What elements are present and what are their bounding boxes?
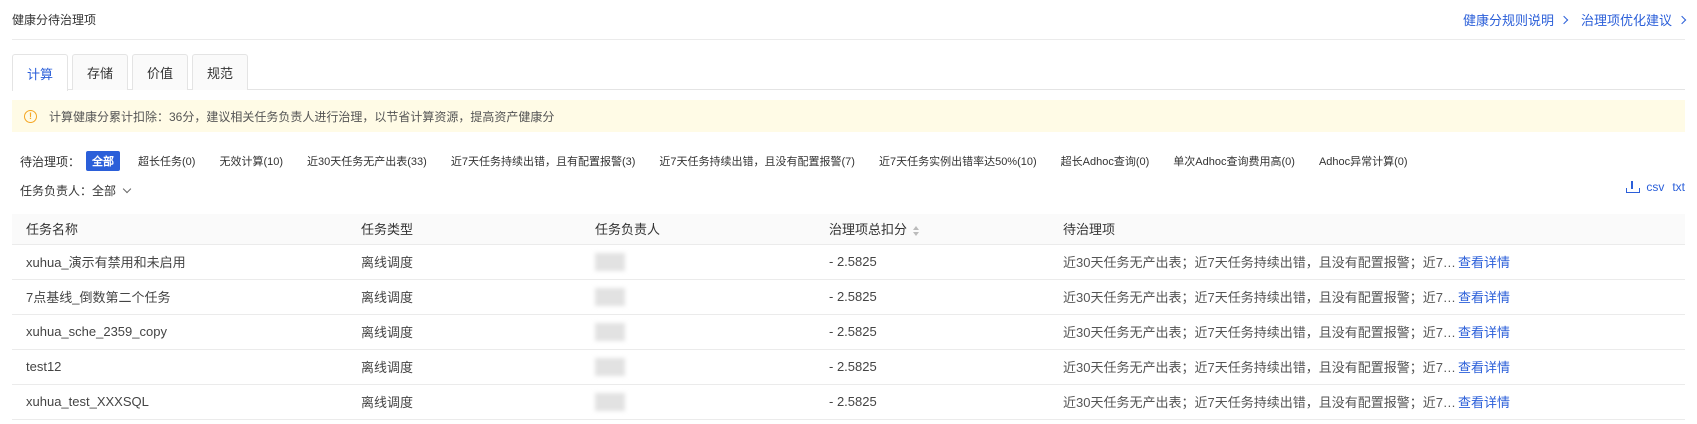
owner-cell (581, 314, 815, 350)
filter-chip[interactable]: 单次Adhoc查询费用高(0) (1167, 151, 1301, 171)
score-cell: - 2.5825 (815, 279, 1049, 315)
optimization-suggestion-label: 治理项优化建议 (1580, 13, 1672, 28)
filter-chip[interactable]: 近7天任务持续出错，且有配置报警(3) (445, 151, 642, 171)
filter-chip[interactable]: 近7天任务实例出错率达50%(10) (873, 151, 1043, 171)
tab-standard[interactable]: 规范 (192, 54, 249, 90)
filter-chip[interactable]: 近7天任务持续出错，且没有配置报警(7) (653, 151, 861, 171)
view-details-link[interactable]: 查看详情 (1458, 395, 1510, 410)
view-details-link[interactable]: 查看详情 (1458, 290, 1510, 305)
issues-text: 近30天任务无产出表；近7天任务持续出错，且没有配置报警；近7天任务实例出错率达… (1063, 360, 1458, 375)
issues-cell: 近30天任务无产出表；近7天任务持续出错，且没有配置报警；近7天任务实例出错率达… (1049, 279, 1685, 315)
issue-filter-row: 待治理项： 全部 超长任务(0) 无效计算(10) 近30天任务无产出表(33)… (20, 150, 1426, 172)
issues-cell: 近30天任务无产出表；近7天任务持续出错，且没有配置报警；近7天任务实例出错率达… (1049, 349, 1685, 385)
view-details-link[interactable]: 查看详情 (1458, 360, 1510, 375)
score-cell: - 2.5825 (815, 244, 1049, 280)
page-title: 健康分待治理项 (12, 13, 97, 27)
owner-filter-value: 全部 (92, 184, 117, 198)
redacted-owner (595, 357, 625, 376)
issues-text: 近30天任务无产出表；近7天任务持续出错，且没有配置报警；近7天任务实例出错率达… (1063, 290, 1458, 305)
redacted-owner (595, 322, 625, 341)
owner-cell (581, 384, 815, 420)
sort-icon[interactable] (913, 225, 920, 236)
optimization-suggestion-link[interactable]: 治理项优化建议 (1580, 10, 1687, 29)
owner-filter-label: 任务负责人： (20, 184, 93, 198)
export-actions: csv txt (1626, 180, 1685, 194)
task-type-cell: 离线调度 (347, 384, 581, 420)
health-score-rules-label: 健康分规则说明 (1462, 13, 1554, 28)
owner-cell (581, 349, 815, 385)
task-name-cell[interactable]: xuhua_sche_2359_copy (12, 314, 347, 350)
task-name-cell[interactable]: 7点基线_倒数第二个任务 (12, 279, 347, 315)
score-cell: - 2.5825 (815, 384, 1049, 420)
chevron-down-icon (122, 184, 132, 194)
task-name-cell[interactable]: xuhua_test_XXXSQL (12, 384, 347, 420)
table-row: test12 离线调度 - 2.5825 近30天任务无产出表；近7天任务持续出… (12, 349, 1685, 385)
score-cell: - 2.5825 (815, 314, 1049, 350)
task-type-cell: 离线调度 (347, 244, 581, 280)
owner-filter[interactable]: 任务负责人： 全部 (20, 182, 132, 199)
task-name-cell[interactable]: xuhua_演示有禁用和未启用 (12, 244, 347, 280)
download-icon (1626, 181, 1641, 193)
owner-cell (581, 244, 815, 280)
page-header: 健康分待治理项 健康分规则说明 治理项优化建议 (12, 0, 1687, 40)
table-row: xuhua_演示有禁用和未启用 离线调度 - 2.5825 近30天任务无产出表… (12, 244, 1685, 280)
column-header-task-name: 任务名称 (12, 214, 347, 245)
column-header-score-label: 治理项总扣分 (829, 222, 908, 238)
filter-label: 待治理项： (20, 154, 81, 169)
tab-storage[interactable]: 存储 (72, 54, 129, 90)
score-cell: - 2.5825 (815, 349, 1049, 385)
table-header-row: 任务名称 任务类型 任务负责人 治理项总扣分 待治理项 (12, 214, 1685, 245)
filter-chip[interactable]: 超长Adhoc查询(0) (1055, 151, 1156, 171)
tab-value[interactable]: 价值 (132, 54, 189, 90)
column-header-task-type: 任务类型 (347, 214, 581, 245)
chevron-right-icon (1677, 15, 1687, 24)
header-links: 健康分规则说明 治理项优化建议 (1462, 10, 1687, 29)
issues-cell: 近30天任务无产出表；近7天任务持续出错，且没有配置报警；近7天任务实例出错率达… (1049, 384, 1685, 420)
redacted-owner (595, 252, 625, 271)
task-table: 任务名称 任务类型 任务负责人 治理项总扣分 待治理项 xuhua_演示有禁用和… (12, 214, 1685, 420)
export-txt-button[interactable]: txt (1672, 180, 1685, 194)
export-csv-button[interactable]: csv (1646, 180, 1664, 194)
column-header-score[interactable]: 治理项总扣分 (815, 214, 1049, 245)
task-type-cell: 离线调度 (347, 314, 581, 350)
issues-cell: 近30天任务无产出表；近7天任务持续出错，且没有配置报警；近7天任务实例出错率达… (1049, 244, 1685, 280)
chevron-right-icon (1559, 15, 1569, 24)
table-row: 7点基线_倒数第二个任务 离线调度 - 2.5825 近30天任务无产出表；近7… (12, 279, 1685, 315)
warning-banner: ! 计算健康分累计扣除：36分，建议相关任务负责人进行治理，以节省计算资源，提高… (12, 100, 1685, 132)
tab-bar: 计算 存储 价值 规范 (12, 54, 1685, 91)
tab-compute[interactable]: 计算 (12, 54, 69, 91)
filter-chip[interactable]: 近30天任务无产出表(33) (301, 151, 433, 171)
view-details-link[interactable]: 查看详情 (1458, 325, 1510, 340)
owner-cell (581, 279, 815, 315)
warning-icon: ! (24, 109, 37, 123)
task-type-cell: 离线调度 (347, 279, 581, 315)
table-row: xuhua_sche_2359_copy 离线调度 - 2.5825 近30天任… (12, 314, 1685, 350)
issues-text: 近30天任务无产出表；近7天任务持续出错，且没有配置报警；近7天任务实例出错率达… (1063, 325, 1458, 340)
issues-text: 近30天任务无产出表；近7天任务持续出错，且没有配置报警；近7天任务实例出错率达… (1063, 255, 1458, 270)
filter-chip[interactable]: 无效计算(10) (213, 151, 289, 171)
filter-chip[interactable]: 超长任务(0) (132, 151, 201, 171)
issues-text: 近30天任务无产出表；近7天任务持续出错，且没有配置报警；近7天任务实例出错率达… (1063, 395, 1458, 410)
task-name-cell[interactable]: test12 (12, 349, 347, 385)
health-score-rules-link[interactable]: 健康分规则说明 (1462, 10, 1569, 29)
redacted-owner (595, 392, 625, 411)
column-header-owner: 任务负责人 (581, 214, 815, 245)
task-type-cell: 离线调度 (347, 349, 581, 385)
view-details-link[interactable]: 查看详情 (1458, 255, 1510, 270)
redacted-owner (595, 287, 625, 306)
column-header-issues: 待治理项 (1049, 214, 1685, 245)
issues-cell: 近30天任务无产出表；近7天任务持续出错，且没有配置报警；近7天任务实例出错率达… (1049, 314, 1685, 350)
warning-text: 计算健康分累计扣除：36分，建议相关任务负责人进行治理，以节省计算资源，提高资产… (49, 109, 555, 124)
table-row: xuhua_test_XXXSQL 离线调度 - 2.5825 近30天任务无产… (12, 384, 1685, 420)
filter-chip[interactable]: Adhoc异常计算(0) (1313, 151, 1414, 171)
filter-chip-all[interactable]: 全部 (86, 151, 121, 171)
